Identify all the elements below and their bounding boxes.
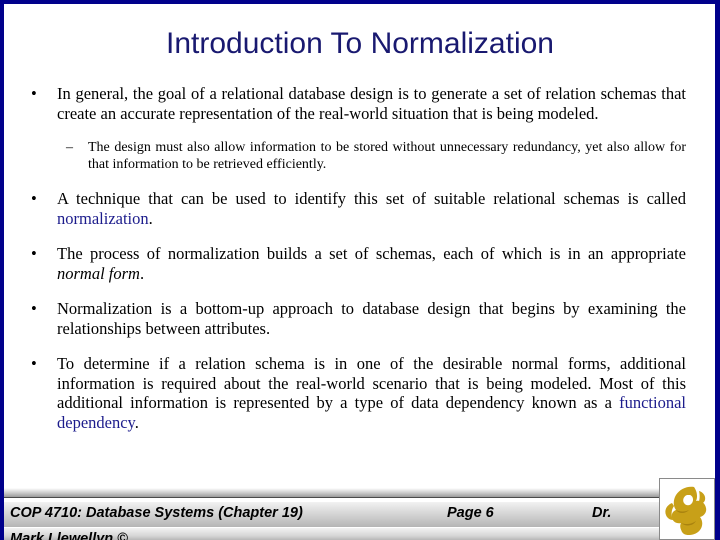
bullet-marker-icon: • bbox=[31, 84, 37, 103]
bullet-item: • A technique that can be used to identi… bbox=[18, 189, 686, 228]
ucf-pegasus-logo bbox=[659, 478, 715, 540]
footer-presenter-prefix: Dr. bbox=[592, 505, 612, 521]
bullet-item: • To determine if a relation schema is i… bbox=[18, 354, 686, 432]
footer-author-label: Mark Llewellyn © bbox=[10, 531, 128, 540]
bullet-text: The process of normalization builds a se… bbox=[57, 244, 686, 263]
keyword-normalization: normalization bbox=[57, 208, 149, 228]
slide-title: Introduction To Normalization bbox=[166, 27, 554, 60]
bullet-text: In general, the goal of a relational dat… bbox=[57, 84, 686, 123]
bullet-text: To determine if a relation schema is in … bbox=[57, 354, 686, 412]
slide-footer: COP 4710: Database Systems (Chapter 19) … bbox=[4, 484, 715, 540]
bullet-item: • In general, the goal of a relational d… bbox=[18, 84, 686, 123]
bullet-item: • Normalization is a bottom-up approach … bbox=[18, 299, 686, 338]
sub-bullet-marker-icon: – bbox=[66, 140, 73, 155]
sub-bullet-text: The design must also allow information t… bbox=[88, 140, 686, 172]
footer-top-strip bbox=[4, 488, 715, 498]
bullet-text: Normalization is a bottom-up approach to… bbox=[57, 299, 686, 338]
slide-border-right bbox=[715, 0, 720, 540]
pegasus-glyph-icon bbox=[665, 486, 707, 536]
bullet-text-tail: . bbox=[134, 412, 139, 432]
sub-bullet-item: – The design must also allow information… bbox=[18, 139, 686, 173]
bullet-text-tail: . bbox=[139, 263, 145, 283]
keyword-normal-form: normal form bbox=[57, 263, 140, 283]
bullet-marker-icon: • bbox=[31, 244, 37, 263]
slide-border-top bbox=[0, 0, 720, 4]
slide-canvas: Introduction To Normalization • In gener… bbox=[0, 0, 720, 540]
slide-border-left bbox=[0, 0, 4, 540]
slide-body: • In general, the goal of a relational d… bbox=[18, 84, 686, 448]
footer-page-number: Page 6 bbox=[447, 505, 494, 521]
bullet-text: A technique that can be used to identify… bbox=[57, 189, 686, 208]
bullet-marker-icon: • bbox=[31, 189, 37, 208]
bullet-marker-icon: • bbox=[31, 299, 37, 318]
footer-course-label: COP 4710: Database Systems (Chapter 19) bbox=[10, 505, 303, 521]
bullet-text-tail: . bbox=[148, 208, 153, 228]
bullet-item: • The process of normalization builds a … bbox=[18, 244, 686, 283]
bullet-marker-icon: • bbox=[31, 354, 37, 373]
